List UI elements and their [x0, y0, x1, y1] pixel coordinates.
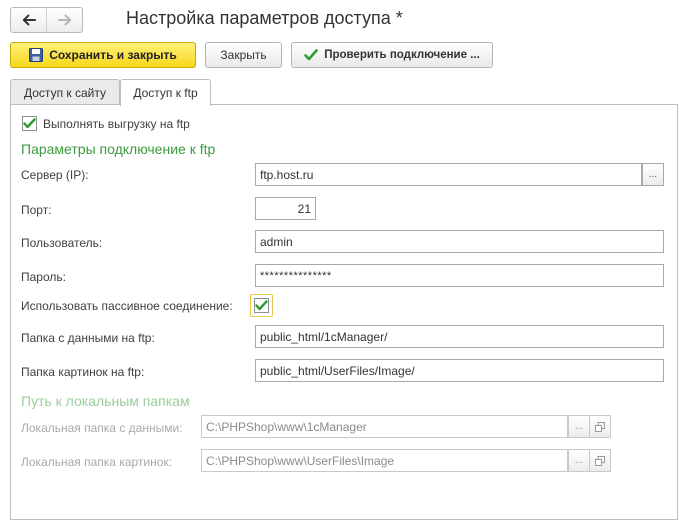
- check-connection-label: Проверить подключение ...: [324, 49, 480, 61]
- tab-ftp-access[interactable]: Доступ к ftp: [120, 79, 211, 106]
- images-folder-input[interactable]: public_html/UserFiles/Image/: [255, 359, 664, 382]
- close-label: Закрыть: [220, 48, 267, 62]
- data-folder-label: Папка с данными на ftp:: [21, 331, 155, 345]
- arrow-left-icon: [22, 14, 36, 26]
- local-images-open-button[interactable]: [589, 449, 611, 472]
- port-label: Порт:: [21, 203, 52, 217]
- passive-label: Использовать пассивное соединение:: [21, 299, 233, 313]
- local-images-label: Локальная папка картинок:: [21, 455, 172, 469]
- window-title: Настройка параметров доступа *: [126, 8, 403, 28]
- images-folder-label: Папка картинок на ftp:: [21, 365, 145, 379]
- check-connection-button[interactable]: Проверить подключение ...: [291, 42, 493, 68]
- open-window-icon: [595, 421, 605, 432]
- user-input[interactable]: admin: [255, 230, 664, 253]
- passive-checkbox[interactable]: [254, 298, 269, 313]
- local-images-input[interactable]: C:\PHPShop\www\UserFiles\Image: [201, 449, 568, 472]
- password-input[interactable]: ***************: [255, 264, 664, 287]
- section-connection-title: Параметры подключение к ftp: [21, 141, 216, 157]
- upload-ftp-checkbox[interactable]: [22, 116, 37, 131]
- local-data-input[interactable]: C:\PHPShop\www\1cManager: [201, 415, 568, 438]
- save-icon: [29, 48, 44, 62]
- server-label: Сервер (IP):: [21, 168, 89, 182]
- open-window-icon: [595, 455, 605, 466]
- port-input[interactable]: 21: [255, 197, 316, 220]
- password-label: Пароль:: [21, 270, 66, 284]
- local-data-select-button[interactable]: ...: [568, 415, 590, 438]
- close-button[interactable]: Закрыть: [205, 42, 282, 68]
- server-select-button[interactable]: ...: [642, 163, 664, 186]
- server-input[interactable]: ftp.host.ru: [255, 163, 642, 186]
- back-button[interactable]: [11, 8, 46, 32]
- save-and-close-button[interactable]: Сохранить и закрыть: [10, 42, 196, 68]
- checkmark-icon: [23, 118, 36, 129]
- section-local-title: Путь к локальным папкам: [21, 393, 190, 409]
- user-label: Пользователь:: [21, 236, 103, 250]
- save-and-close-label: Сохранить и закрыть: [49, 48, 177, 62]
- forward-button[interactable]: [46, 8, 82, 32]
- data-folder-input[interactable]: public_html/1cManager/: [255, 325, 664, 348]
- local-images-select-button[interactable]: ...: [568, 449, 590, 472]
- navigation-group: [10, 7, 83, 33]
- local-data-open-button[interactable]: [589, 415, 611, 438]
- local-data-label: Локальная папка с данными:: [21, 421, 183, 435]
- checkmark-icon: [304, 49, 319, 61]
- tab-site-access[interactable]: Доступ к сайту: [10, 79, 120, 105]
- arrow-right-icon: [57, 14, 71, 26]
- upload-ftp-label: Выполнять выгрузку на ftp: [43, 117, 190, 131]
- checkmark-icon: [255, 300, 268, 311]
